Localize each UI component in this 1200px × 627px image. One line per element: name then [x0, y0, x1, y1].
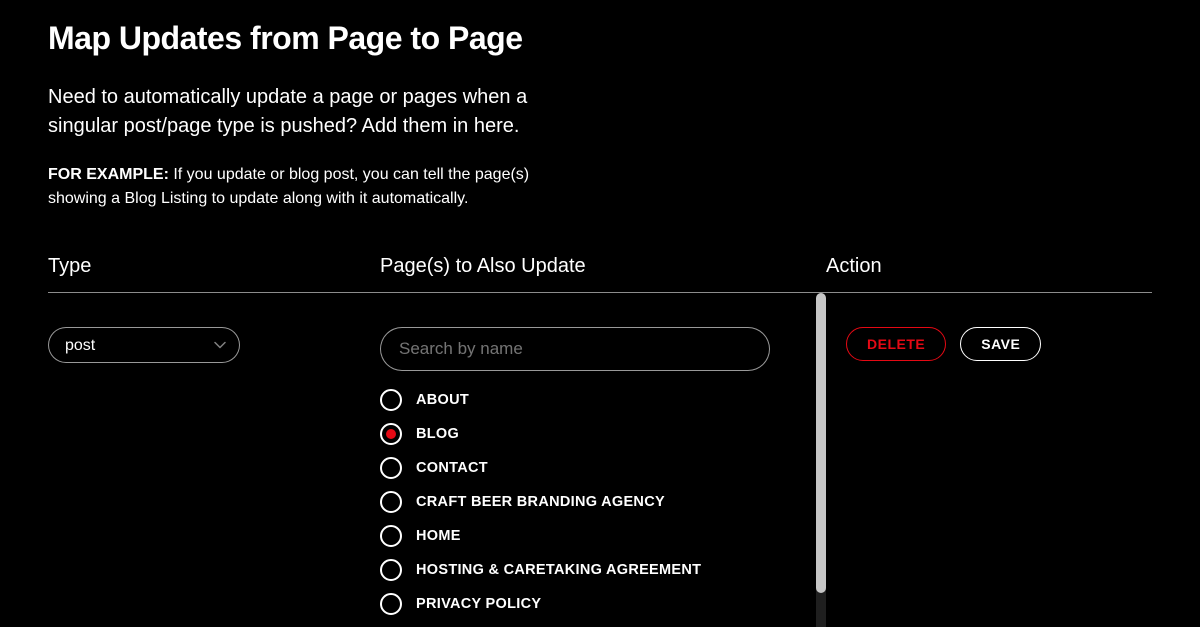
- page-item[interactable]: BLOG: [380, 423, 792, 445]
- radio-icon: [380, 525, 402, 547]
- column-header-action: Action: [826, 255, 1152, 292]
- action-cell: DELETE SAVE: [826, 293, 1152, 627]
- search-input[interactable]: [380, 327, 770, 371]
- page-item[interactable]: CONTACT: [380, 457, 792, 479]
- radio-icon: [380, 559, 402, 581]
- type-cell: post: [48, 293, 380, 627]
- page-item-label: CRAFT BEER BRANDING AGENCY: [416, 494, 665, 510]
- page-list: ABOUT BLOG CONTACT CRAFT BEER BRANDING AGEN…: [380, 389, 792, 627]
- radio-icon: [380, 491, 402, 513]
- intro-text: Need to automatically update a page or p…: [48, 83, 568, 141]
- page-item[interactable]: ABOUT: [380, 389, 792, 411]
- scrollbar-track[interactable]: [816, 293, 826, 627]
- save-button[interactable]: SAVE: [960, 327, 1041, 361]
- page-item-label: PRIVACY POLICY: [416, 596, 541, 612]
- radio-icon: [380, 593, 402, 615]
- radio-icon: [380, 423, 402, 445]
- page-item-label: HOSTING & CARETAKING AGREEMENT: [416, 562, 701, 578]
- scrollbar-thumb[interactable]: [816, 293, 826, 593]
- type-select[interactable]: post: [48, 327, 240, 363]
- page-item[interactable]: PRIVACY POLICY: [380, 593, 792, 615]
- column-header-type: Type: [48, 255, 380, 292]
- pages-cell: ABOUT BLOG CONTACT CRAFT BEER BRANDING AGEN…: [380, 293, 826, 627]
- page-item-label: CONTACT: [416, 460, 488, 476]
- page-item-label: BLOG: [416, 426, 459, 442]
- page-title: Map Updates from Page to Page: [48, 20, 1152, 57]
- example-prefix: FOR EXAMPLE:: [48, 166, 169, 183]
- page-item[interactable]: CRAFT BEER BRANDING AGENCY: [380, 491, 792, 513]
- page-item-label: ABOUT: [416, 392, 469, 408]
- example-text: FOR EXAMPLE: If you update or blog post,…: [48, 163, 568, 211]
- radio-icon: [380, 457, 402, 479]
- radio-icon: [380, 389, 402, 411]
- page-item[interactable]: HOME: [380, 525, 792, 547]
- column-header-pages: Page(s) to Also Update: [380, 255, 826, 292]
- page-item[interactable]: HOSTING & CARETAKING AGREEMENT: [380, 559, 792, 581]
- delete-button[interactable]: DELETE: [846, 327, 946, 361]
- radio-dot-icon: [386, 429, 396, 439]
- page-item-label: HOME: [416, 528, 461, 544]
